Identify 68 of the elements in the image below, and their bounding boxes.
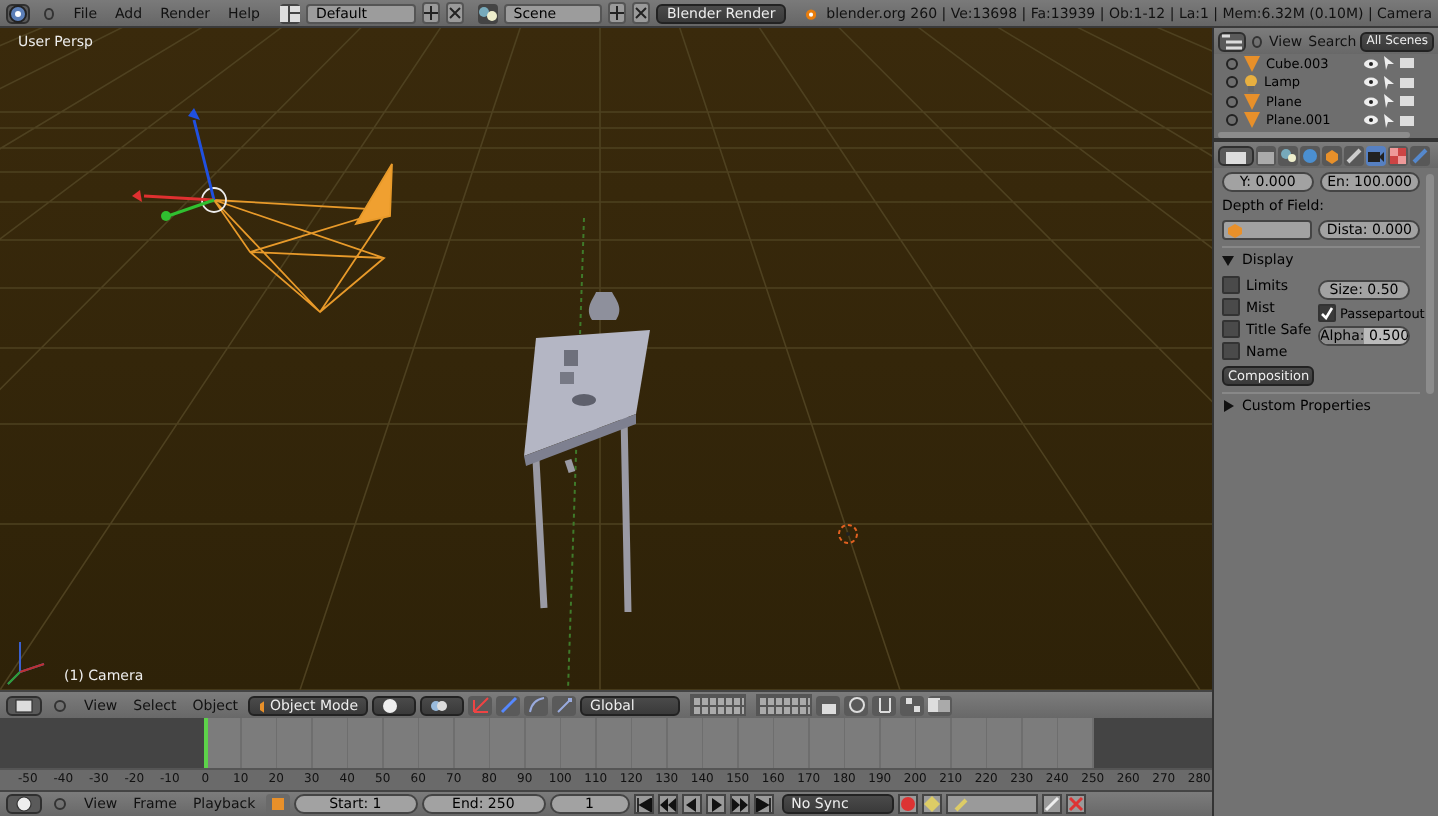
- collapse-icon[interactable]: [54, 798, 66, 810]
- 3d-cursor-icon: [838, 524, 858, 544]
- pivot-dropdown[interactable]: [420, 695, 465, 715]
- scene-icon[interactable]: [477, 3, 498, 23]
- keying-set-field[interactable]: [945, 794, 1038, 814]
- checkbox[interactable]: [1222, 298, 1240, 316]
- keying-icon[interactable]: [921, 794, 942, 814]
- delete-keyframe-icon[interactable]: [1065, 794, 1086, 814]
- disclosure-icon[interactable]: [1222, 253, 1234, 265]
- disclosure-icon[interactable]: [1222, 399, 1234, 411]
- editor-type-button[interactable]: [6, 695, 42, 715]
- proportional-icon[interactable]: [844, 695, 869, 715]
- eye-icon[interactable]: [1364, 76, 1378, 89]
- properties-tab[interactable]: [1256, 145, 1276, 165]
- cube-icon: [258, 697, 264, 713]
- snap-icon[interactable]: [872, 695, 897, 715]
- transform-gizmo-drawing: [132, 108, 216, 221]
- sphere-icon: [382, 697, 399, 713]
- close-icon[interactable]: [632, 2, 651, 24]
- properties-icon: [1226, 147, 1246, 163]
- record-icon[interactable]: [897, 794, 918, 814]
- checkbox[interactable]: [1222, 342, 1240, 360]
- screen-layout-icon[interactable]: [279, 3, 300, 23]
- editor-type-button[interactable]: [1218, 31, 1246, 51]
- mesh-icon: [1244, 55, 1260, 72]
- focus-object-field[interactable]: [1222, 220, 1313, 240]
- properties-tab[interactable]: [1388, 145, 1408, 165]
- scrollbar[interactable]: [1218, 132, 1410, 138]
- pivot-icon: [430, 697, 449, 713]
- editor-type-button[interactable]: [6, 794, 42, 814]
- collapse-icon[interactable]: [1251, 35, 1262, 47]
- next-keyframe-icon[interactable]: [729, 794, 750, 814]
- render-icon[interactable]: [928, 695, 953, 715]
- checkbox[interactable]: [1318, 304, 1336, 322]
- rotate-icon[interactable]: [524, 695, 549, 715]
- lamp-icon: [1244, 73, 1258, 92]
- key-icon: [953, 796, 970, 812]
- scale-icon[interactable]: [552, 695, 577, 715]
- lock-icon[interactable]: [816, 695, 841, 715]
- insert-keyframe-icon[interactable]: [1041, 794, 1062, 814]
- layers-icon[interactable]: [690, 694, 747, 716]
- eye-icon[interactable]: [1364, 95, 1378, 108]
- collapse-icon[interactable]: [44, 7, 54, 19]
- axis-icon: [7, 641, 45, 685]
- previous-keyframe-icon[interactable]: [657, 794, 678, 814]
- properties-tab[interactable]: [1344, 145, 1364, 165]
- add-icon[interactable]: [608, 2, 627, 24]
- checkbox[interactable]: [1222, 320, 1240, 338]
- editor-type-button[interactable]: [1218, 145, 1254, 165]
- play-reverse-icon[interactable]: [681, 794, 702, 814]
- eye-icon[interactable]: [1364, 114, 1378, 127]
- current-frame-line[interactable]: [204, 718, 208, 770]
- add-icon[interactable]: [421, 2, 440, 24]
- play-icon[interactable]: [705, 794, 726, 814]
- checkbox[interactable]: [1222, 276, 1240, 294]
- properties-tab[interactable]: [1366, 145, 1386, 165]
- jump-end-icon[interactable]: [753, 794, 774, 814]
- jump-start-icon[interactable]: [633, 794, 654, 814]
- cube-icon: [1228, 223, 1242, 237]
- editor-type-button[interactable]: [6, 3, 31, 23]
- eye-icon[interactable]: [1364, 57, 1378, 70]
- shading-dropdown[interactable]: [372, 695, 417, 715]
- layers-icon[interactable]: [756, 694, 813, 716]
- close-icon[interactable]: [445, 2, 464, 24]
- collapse-icon[interactable]: [54, 699, 66, 711]
- properties-tab[interactable]: [1322, 145, 1342, 165]
- properties-tab[interactable]: [1278, 145, 1298, 165]
- snap-element-icon[interactable]: [900, 695, 925, 715]
